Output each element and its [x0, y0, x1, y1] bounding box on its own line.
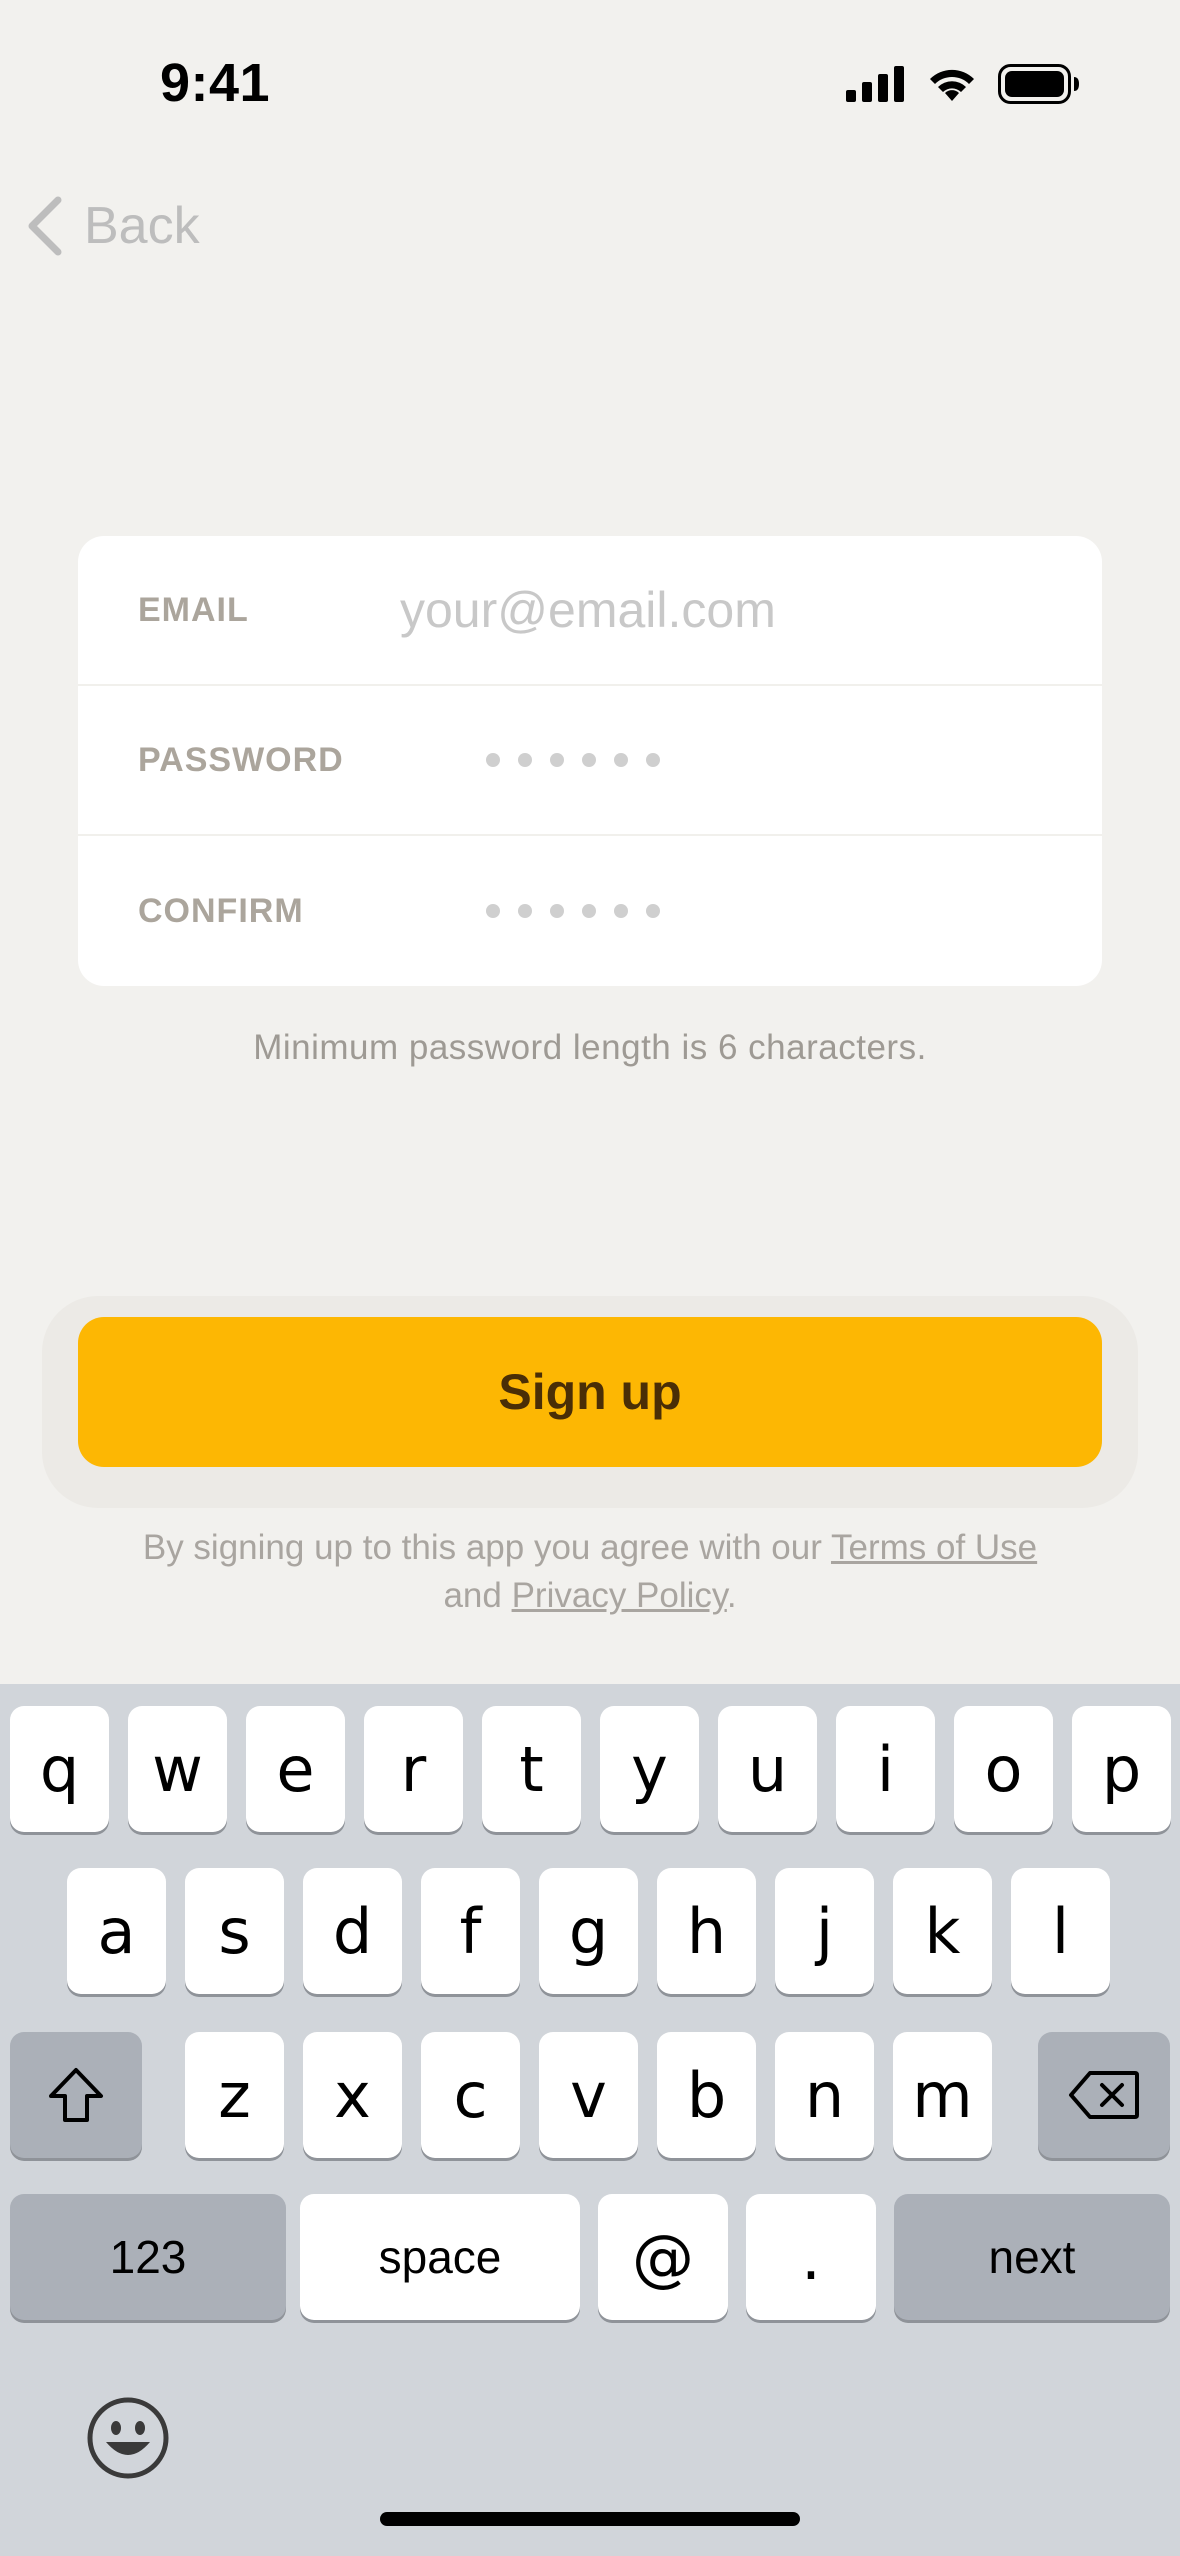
key-q[interactable]: q	[10, 1706, 109, 1832]
numbers-key[interactable]: 123	[10, 2194, 286, 2320]
terms-suffix: .	[726, 1576, 737, 1615]
key-c[interactable]: c	[421, 2032, 520, 2158]
key-z[interactable]: z	[185, 2032, 284, 2158]
key-w[interactable]: w	[128, 1706, 227, 1832]
confirm-label: CONFIRM	[138, 891, 304, 930]
status-time: 9:41	[160, 53, 271, 113]
terms-prefix: By signing up to this app you agree with…	[142, 1528, 822, 1567]
signup-button[interactable]: Sign up	[78, 1317, 1102, 1467]
dot-key[interactable]: .	[746, 2194, 876, 2320]
password-hint: Minimum password length is 6 characters.	[253, 1028, 927, 1067]
shift-key[interactable]	[10, 2032, 142, 2158]
key-u[interactable]: u	[718, 1706, 817, 1832]
key-x[interactable]: x	[303, 2032, 402, 2158]
key-t[interactable]: t	[482, 1706, 581, 1832]
emoji-icon[interactable]	[86, 2396, 170, 2480]
key-v[interactable]: v	[539, 2032, 638, 2158]
key-l[interactable]: l	[1011, 1868, 1110, 1994]
back-button[interactable]: Back	[26, 190, 200, 262]
email-label: EMAIL	[138, 590, 249, 629]
email-row: EMAIL	[78, 536, 1102, 686]
chevron-left-icon	[28, 196, 62, 256]
email-field[interactable]	[400, 570, 1062, 650]
back-label: Back	[84, 197, 200, 255]
at-key[interactable]: @	[598, 2194, 728, 2320]
terms-of-use-link[interactable]: Terms of Use	[831, 1528, 1037, 1567]
password-row: PASSWORD	[78, 686, 1102, 836]
key-f[interactable]: f	[421, 1868, 520, 1994]
battery-icon	[998, 64, 1079, 104]
signal-icon	[846, 66, 904, 102]
key-e[interactable]: e	[246, 1706, 345, 1832]
key-k[interactable]: k	[893, 1868, 992, 1994]
wifi-icon	[930, 69, 974, 101]
signup-form: EMAIL PASSWORD CONFIRM	[78, 536, 1102, 986]
key-s[interactable]: s	[185, 1868, 284, 1994]
status-bar: 9:41	[0, 0, 1180, 160]
key-g[interactable]: g	[539, 1868, 638, 1994]
key-o[interactable]: o	[954, 1706, 1053, 1832]
key-p[interactable]: p	[1072, 1706, 1171, 1832]
key-r[interactable]: r	[364, 1706, 463, 1832]
password-field[interactable]	[486, 753, 660, 767]
terms-middle: and	[443, 1576, 502, 1615]
status-icons	[846, 64, 1080, 104]
key-b[interactable]: b	[657, 2032, 756, 2158]
confirm-row: CONFIRM	[78, 836, 1102, 986]
password-label: PASSWORD	[138, 740, 344, 779]
space-key[interactable]: space	[300, 2194, 580, 2320]
key-j[interactable]: j	[775, 1868, 874, 1994]
confirm-password-field[interactable]	[486, 904, 660, 918]
key-y[interactable]: y	[600, 1706, 699, 1832]
key-m[interactable]: m	[893, 2032, 992, 2158]
terms-text: By signing up to this app you agree with…	[0, 1524, 1180, 1620]
key-i[interactable]: i	[836, 1706, 935, 1832]
delete-key[interactable]	[1038, 2032, 1170, 2158]
next-key[interactable]: next	[894, 2194, 1170, 2320]
shift-icon	[49, 2068, 103, 2122]
key-d[interactable]: d	[303, 1868, 402, 1994]
delete-icon	[1069, 2071, 1139, 2119]
key-h[interactable]: h	[657, 1868, 756, 1994]
privacy-policy-link[interactable]: Privacy Policy	[512, 1576, 727, 1615]
home-indicator	[380, 2512, 800, 2526]
key-a[interactable]: a	[67, 1868, 166, 1994]
key-n[interactable]: n	[775, 2032, 874, 2158]
